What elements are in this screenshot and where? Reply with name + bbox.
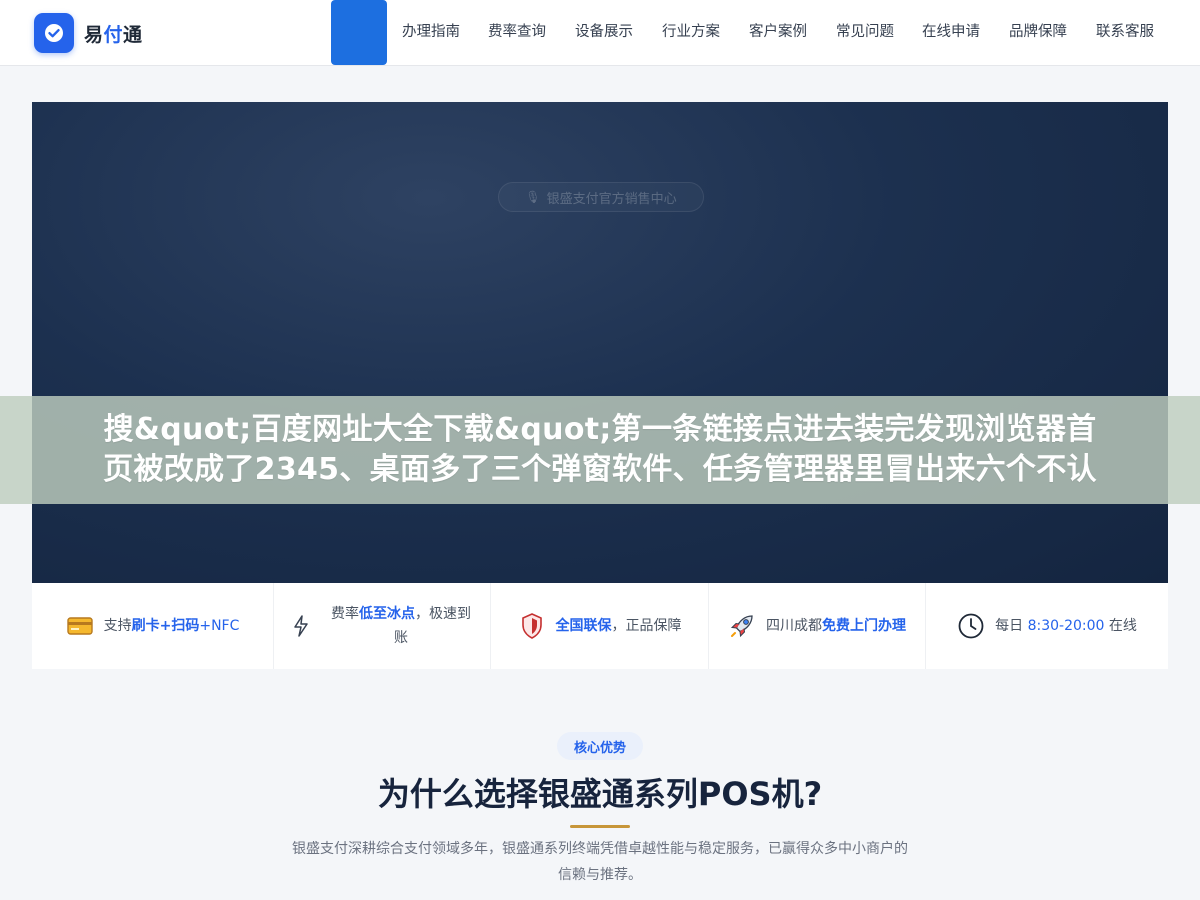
- nav-item-brand[interactable]: 品牌保障: [1009, 22, 1067, 42]
- feature-card-onsite: 四川成都免费上门办理: [709, 583, 926, 669]
- site-header: 易付通 办理指南 费率查询 设备展示 行业方案 客户案例 常见问题 在线申请 品…: [0, 0, 1200, 66]
- nav-item-industry[interactable]: 行业方案: [662, 22, 720, 42]
- nav-item-apply[interactable]: 在线申请: [922, 22, 980, 42]
- feature-text-rate: 费率低至冰点，极速到账: [331, 606, 471, 646]
- hero-badge: 🎙 银盛支付官方销售中心: [498, 182, 704, 212]
- feature-text-onsite: 四川成都免费上门办理: [766, 618, 906, 634]
- pin-icon: 🎙: [525, 190, 541, 204]
- clock-icon: [957, 612, 985, 640]
- section-tag: 核心优势: [557, 732, 643, 760]
- nav-item-cases[interactable]: 客户案例: [749, 22, 807, 42]
- brand-logo[interactable]: 易付通: [34, 13, 143, 53]
- brand-name: 易付通: [84, 23, 143, 46]
- section-description: 银盛支付深耕综合支付领域多年，银盛通系列终端凭借卓越性能与稳定服务，已赢得众多中…: [292, 841, 908, 883]
- feature-text-warranty: 全国联保，正品保障: [555, 618, 682, 634]
- nav-item-guide[interactable]: 办理指南: [402, 22, 460, 42]
- nav-active-tab[interactable]: [331, 0, 387, 65]
- overlay-banner: 搜&quot;百度网址大全下载&quot;第一条链接点进去装完发现浏览器首 页被…: [0, 396, 1200, 504]
- title-divider: [570, 825, 630, 828]
- section-title: 为什么选择银盛通系列POS机?: [377, 775, 823, 813]
- feature-card-payment: 支持刷卡+扫码+NFC: [32, 583, 274, 669]
- feature-strip: 支持刷卡+扫码+NFC 费率低至冰点，极速到账 全国联保，正品保障 四川成都免费…: [32, 583, 1168, 669]
- banner-line-1: 搜&quot;百度网址大全下载&quot;第一条链接点进去装完发现浏览器首: [103, 412, 1097, 447]
- nav-item-devices[interactable]: 设备展示: [575, 22, 633, 42]
- hero-banner: 🎙 银盛支付官方销售中心: [32, 102, 1168, 583]
- nav-item-rates[interactable]: 费率查询: [488, 22, 546, 42]
- feature-text-payment: 支持刷卡+扫码+NFC: [103, 618, 240, 634]
- nav-item-faq[interactable]: 常见问题: [836, 22, 894, 42]
- feature-text-hours: 每日 8:30-20:00 在线: [995, 618, 1137, 634]
- rocket-icon: [728, 612, 756, 640]
- feature-card-warranty: 全国联保，正品保障: [491, 583, 709, 669]
- feature-card-hours: 每日 8:30-20:00 在线: [926, 583, 1168, 669]
- shield-icon: [518, 612, 546, 640]
- nav-item-contact[interactable]: 联系客服: [1096, 22, 1154, 42]
- hero-badge-text: 银盛支付官方销售中心: [546, 191, 677, 207]
- lightning-icon: [287, 612, 315, 640]
- banner-line-2: 页被改成了2345、桌面多了三个弹窗软件、任务管理器里冒出来六个不认: [103, 452, 1097, 487]
- feature-card-rate: 费率低至冰点，极速到账: [274, 583, 491, 669]
- check-badge-icon: [34, 13, 74, 53]
- card-icon: [66, 612, 94, 640]
